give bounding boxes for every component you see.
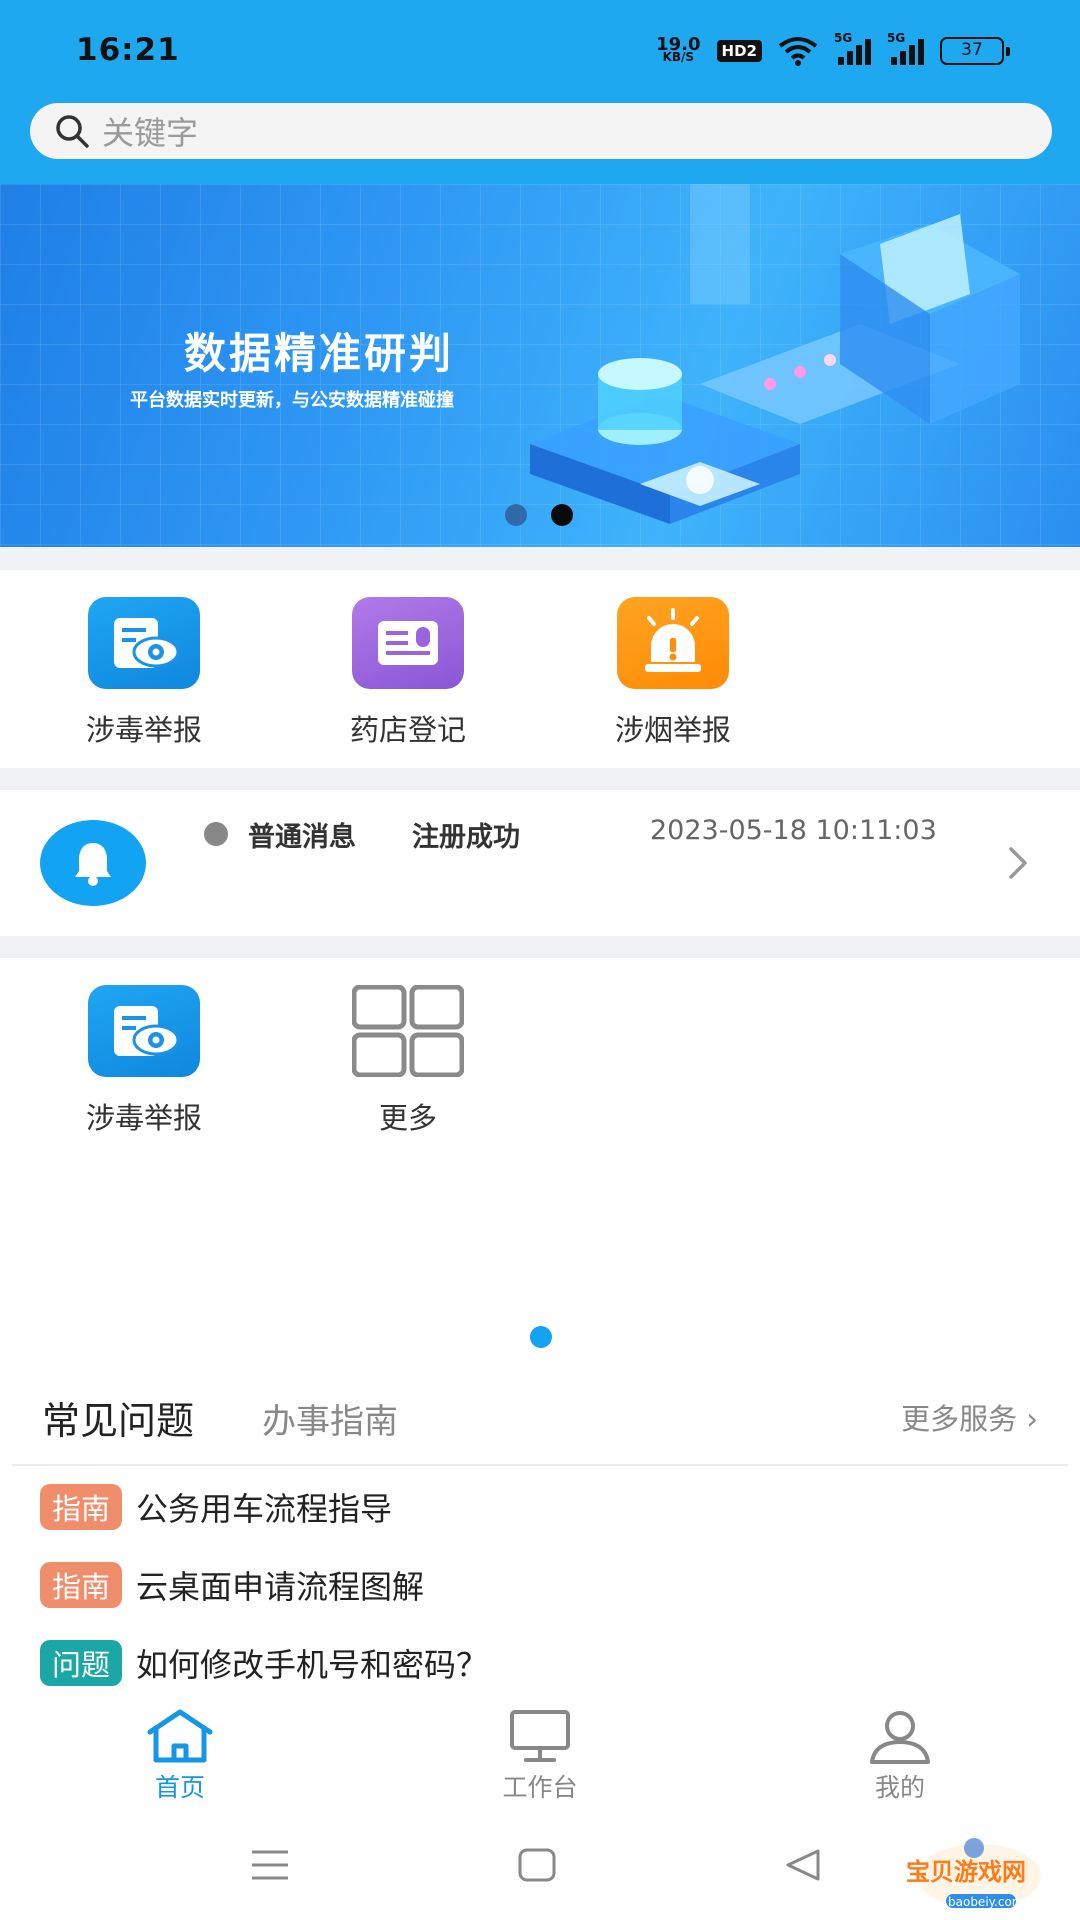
banner-illustration: [530, 184, 1020, 524]
nav-home[interactable]: 首页: [100, 1708, 260, 1804]
faq-item-text: 如何修改手机号和密码？: [136, 1646, 489, 1684]
signal-sim1-icon: 5G: [834, 31, 871, 65]
back-triangle-icon[interactable]: [784, 1848, 822, 1882]
more-services-label: 更多服务: [901, 1402, 1018, 1436]
grid-icon: [352, 985, 464, 1077]
battery-icon: 37: [940, 37, 1010, 65]
chevron-right-icon: [1009, 847, 1027, 879]
guide-tag: 指南: [40, 1562, 123, 1608]
guide-tag: 指南: [40, 1484, 123, 1530]
quick-entry-card: 涉毒举报 药店登记 涉烟举报: [0, 570, 1080, 768]
wifi-icon: [778, 37, 818, 66]
banner-dot-2[interactable]: [551, 504, 573, 526]
bell-icon: [40, 820, 146, 906]
menu-icon[interactable]: [250, 1848, 290, 1882]
hd-voice-icon: HD2: [716, 40, 762, 62]
signal-sim2-label: 5G: [887, 31, 906, 45]
status-icons: 19.0 KB/S HD2 5G 5G 37: [656, 31, 1010, 68]
network-speed: 19.0 KB/S: [656, 36, 700, 64]
banner-subtitle: 平台数据实时更新，与公安数据精准碰撞: [130, 390, 454, 411]
eye-document-icon: [88, 985, 200, 1077]
search-placeholder: 关键字: [102, 114, 199, 152]
quick-entry-pharmacy-register[interactable]: 药店登记: [318, 597, 498, 749]
faq-item-text: 公务用车流程指导: [136, 1490, 393, 1528]
nav-label: 工作台: [502, 1773, 578, 1802]
notice-unread-dot: [204, 822, 228, 846]
watermark-url: baobeiy.com: [948, 1895, 1024, 1909]
tab-guide[interactable]: 办事指南: [262, 1394, 398, 1443]
signal-sim2-icon: 5G: [887, 31, 924, 65]
nav-label: 首页: [154, 1773, 205, 1802]
bottom-nav: 首页 工作台 我的: [0, 1706, 1080, 1810]
quick-entry-label: 涉烟举报: [614, 713, 731, 747]
services-card: 涉毒举报 更多: [0, 958, 1080, 1364]
service-more[interactable]: 更多: [318, 985, 498, 1137]
search-input[interactable]: 关键字: [30, 103, 1052, 159]
faq-section: 常见问题 办事指南 更多服务 › 指南 公务用车流程指导 指南 云桌面申请流程图…: [0, 1364, 1080, 1706]
status-bar: 16:21 19.0 KB/S HD2 5G 5G 37: [0, 0, 1080, 100]
monitor-icon: [510, 1710, 570, 1762]
nav-workbench[interactable]: 工作台: [460, 1708, 620, 1804]
banner-title: 数据精准研判: [184, 329, 455, 378]
quick-entry-tobacco-report[interactable]: 涉烟举报: [583, 597, 763, 749]
watermark-text: 宝贝游戏网: [906, 1858, 1026, 1886]
home-square-icon[interactable]: [518, 1848, 556, 1882]
app-header: 16:21 19.0 KB/S HD2 5G 5G 37 关键字: [0, 0, 1080, 184]
signal-sim1-label: 5G: [834, 31, 853, 45]
services-page-indicator[interactable]: [530, 1326, 552, 1348]
banner-pagination[interactable]: [505, 504, 573, 526]
home-icon: [147, 1709, 213, 1763]
network-speed-unit: KB/S: [662, 50, 695, 64]
question-tag: 问题: [40, 1640, 123, 1686]
user-icon: [870, 1711, 930, 1764]
tab-faq[interactable]: 常见问题: [42, 1390, 194, 1445]
status-time: 16:21: [76, 32, 180, 68]
quick-entry-drug-report[interactable]: 涉毒举报: [54, 597, 234, 749]
divider: [12, 1464, 1068, 1466]
nav-label: 我的: [874, 1773, 925, 1802]
notice-card[interactable]: 普通消息 注册成功 2023-05-18 10:11:03: [0, 790, 1080, 936]
alarm-light-icon: [617, 597, 729, 689]
eye-document-icon: [88, 597, 200, 689]
more-services-link[interactable]: 更多服务 ›: [901, 1396, 1038, 1438]
banner-carousel[interactable]: 数据精准研判 平台数据实时更新，与公安数据精准碰撞: [0, 184, 1080, 547]
nav-mine[interactable]: 我的: [820, 1708, 980, 1804]
faq-item[interactable]: 指南 云桌面申请流程图解: [40, 1562, 424, 1608]
quick-entry-label: 药店登记: [349, 713, 466, 747]
banner-dot-1[interactable]: [505, 504, 527, 526]
faq-item[interactable]: 指南 公务用车流程指导: [40, 1484, 392, 1530]
service-drug-report[interactable]: 涉毒举报: [54, 985, 234, 1137]
service-label: 更多: [378, 1101, 437, 1135]
quick-entry-label: 涉毒举报: [85, 713, 202, 747]
id-card-icon: [352, 597, 464, 689]
faq-item-text: 云桌面申请流程图解: [136, 1568, 425, 1606]
notice-type: 普通消息: [248, 822, 356, 853]
notice-time: 2023-05-18 10:11:03: [650, 815, 937, 846]
search-icon: [56, 115, 89, 148]
notice-title: 注册成功: [412, 822, 520, 853]
service-label: 涉毒举报: [85, 1101, 202, 1135]
faq-item[interactable]: 问题 如何修改手机号和密码？: [40, 1640, 488, 1686]
